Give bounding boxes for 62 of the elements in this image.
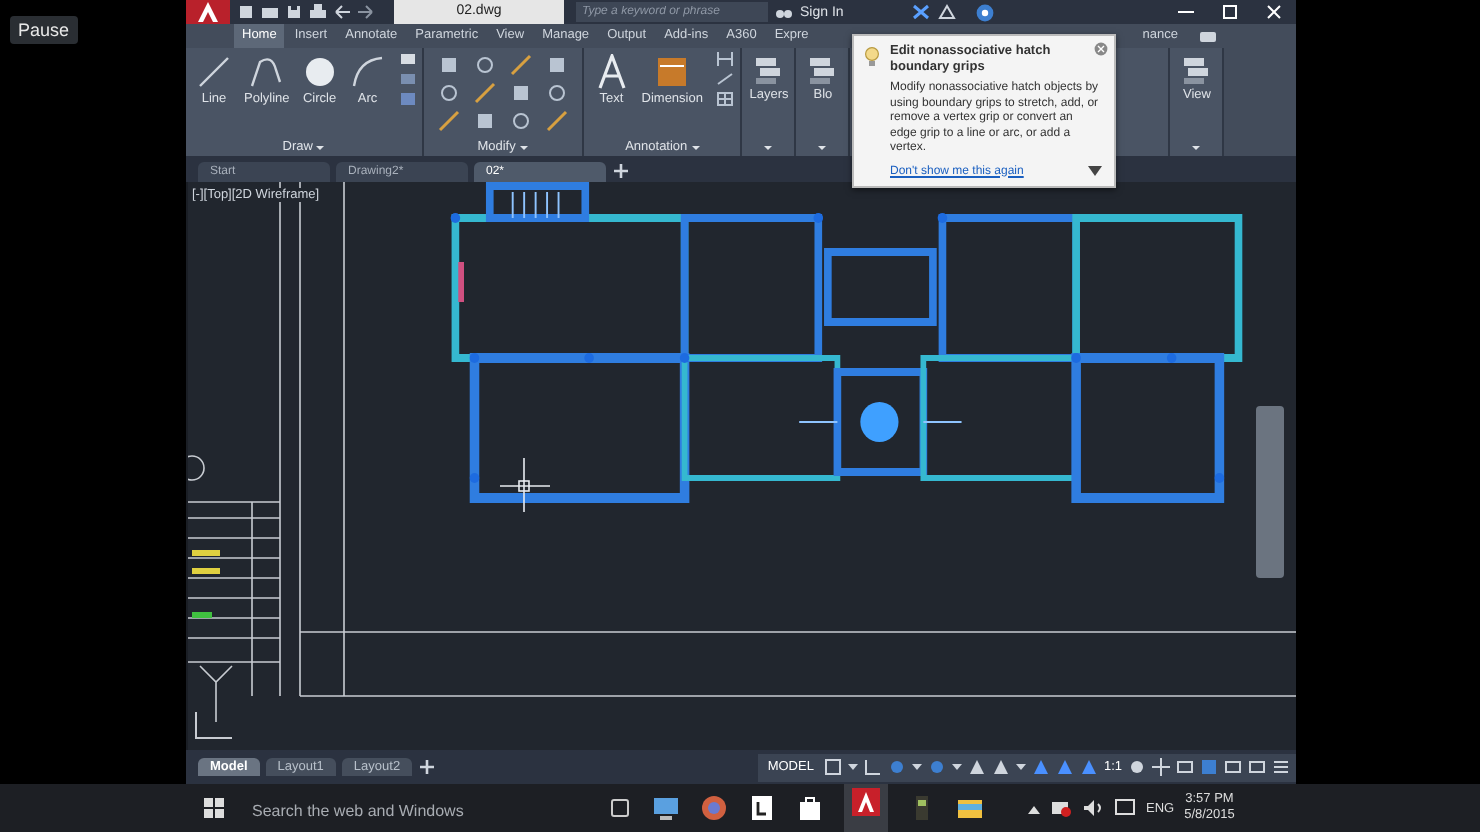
- save-icon[interactable]: [286, 4, 302, 20]
- table-icon[interactable]: [716, 92, 735, 106]
- modify-tool-icon[interactable]: [473, 54, 496, 76]
- binoculars-icon[interactable]: [776, 4, 792, 20]
- new-layout-icon[interactable]: [418, 758, 437, 776]
- modify-tool-icon[interactable]: [545, 110, 568, 132]
- ortho-icon[interactable]: [863, 758, 882, 776]
- close-icon[interactable]: [1264, 4, 1284, 20]
- ucs-icon: [192, 710, 236, 742]
- app-logo-icon[interactable]: [852, 787, 880, 815]
- modify-tool-icon[interactable]: [473, 110, 496, 132]
- modify-tool-icon[interactable]: [545, 54, 568, 76]
- notification-icon[interactable]: [1114, 798, 1136, 818]
- redo-icon[interactable]: [358, 4, 374, 20]
- modify-tool-icon[interactable]: [473, 82, 496, 104]
- modify-tool-icon[interactable]: [437, 82, 460, 104]
- pause-button[interactable]: Pause: [10, 16, 78, 44]
- stacked-sheets-icon: [1180, 54, 1213, 86]
- browser-icon[interactable]: [700, 794, 728, 822]
- folder-icon[interactable]: [262, 4, 278, 20]
- windows-logo-icon[interactable]: [204, 798, 224, 818]
- arc-icon: [349, 54, 386, 90]
- text-icon: [593, 54, 630, 90]
- speaker-icon[interactable]: [1082, 798, 1104, 818]
- task-view-icon[interactable]: [608, 798, 632, 818]
- linear-dimension-icon[interactable]: [716, 52, 735, 66]
- stacked-sheets-icon: [752, 54, 785, 86]
- modify-tool-icon[interactable]: [509, 82, 532, 104]
- new-tab-icon[interactable]: [612, 161, 630, 179]
- undo-icon[interactable]: [334, 4, 350, 20]
- modify-tool-icon[interactable]: [545, 82, 568, 104]
- dimension-icon: [654, 54, 691, 90]
- new-file-icon[interactable]: [238, 4, 254, 20]
- network-icon[interactable]: [1050, 798, 1072, 818]
- rectangle-icon[interactable]: [399, 52, 416, 66]
- help-icon[interactable]: [975, 3, 994, 21]
- circle-icon: [301, 54, 338, 90]
- caret-up-icon[interactable]: [1028, 803, 1040, 813]
- lightbulb-icon: [864, 46, 880, 68]
- grid-icon[interactable]: [823, 758, 842, 776]
- plus-icon[interactable]: [1152, 758, 1170, 776]
- line-icon: [196, 54, 232, 90]
- app-logo-icon[interactable]: [186, 0, 230, 24]
- taskbar-search-field[interactable]: Search the web and Windows: [248, 800, 596, 822]
- print-icon[interactable]: [310, 4, 326, 20]
- menu-icon[interactable]: [1272, 758, 1290, 776]
- window-icon[interactable]: [1248, 758, 1266, 776]
- stacked-sheets-icon: [806, 54, 839, 86]
- triangle-network-icon[interactable]: [937, 4, 956, 20]
- modify-tool-icon[interactable]: [509, 110, 532, 132]
- modify-tool-icon[interactable]: [437, 54, 460, 76]
- leader-icon[interactable]: [716, 72, 735, 86]
- document-app-icon[interactable]: [748, 794, 776, 822]
- store-bag-icon[interactable]: [796, 794, 824, 822]
- polyline-icon: [248, 54, 285, 90]
- expand-caret-icon[interactable]: [1088, 166, 1102, 176]
- modify-tool-icon[interactable]: [509, 54, 532, 76]
- maximize-icon[interactable]: [1220, 4, 1240, 20]
- modify-tool-icon[interactable]: [437, 110, 460, 132]
- crosshair-cursor-icon: [499, 457, 551, 513]
- monitor-icon[interactable]: [652, 794, 680, 822]
- folder-icon[interactable]: [956, 794, 984, 822]
